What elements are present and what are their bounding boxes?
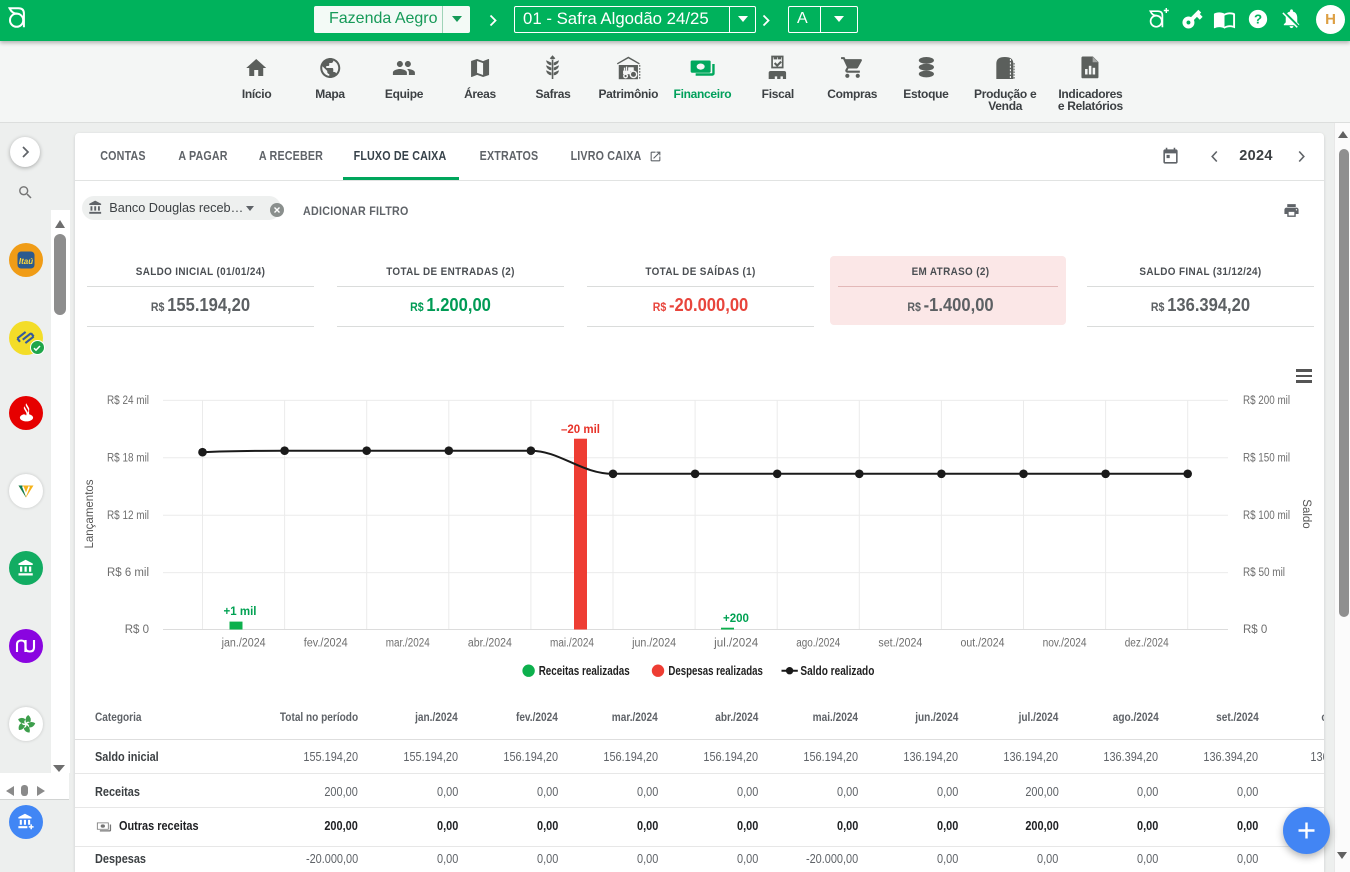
svg-text:?: ? (1254, 12, 1262, 27)
svg-text:Itaú: Itaú (18, 257, 32, 266)
